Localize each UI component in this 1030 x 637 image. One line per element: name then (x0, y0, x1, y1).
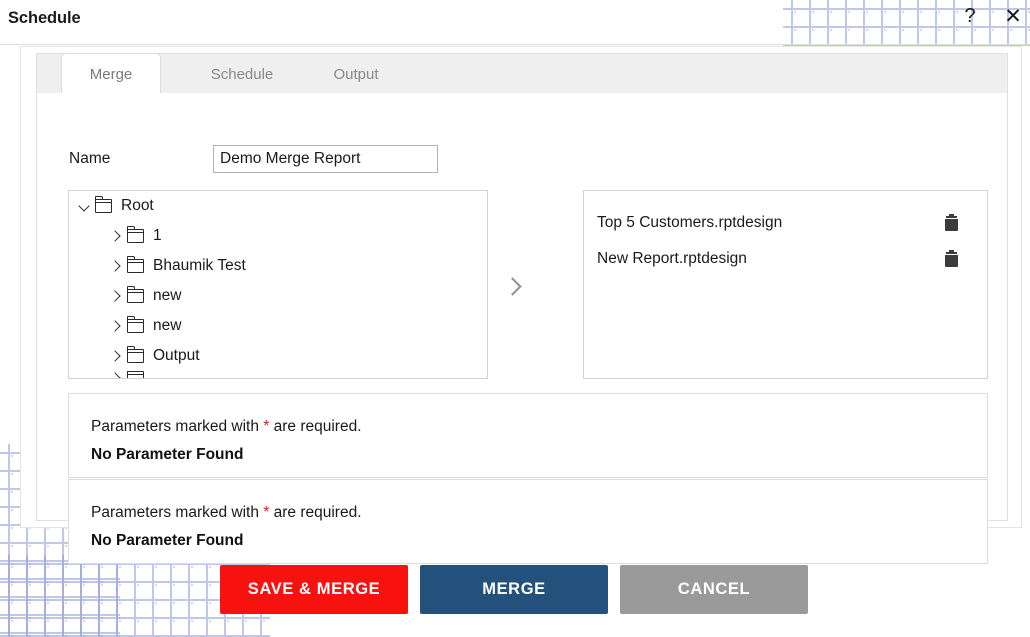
chevron-right-icon[interactable] (109, 228, 125, 244)
tree-item-label: new (153, 287, 182, 305)
tab-panel-merge: Name Root 1 Bhaumik Test new (36, 93, 1008, 564)
tree-item-label: new (153, 317, 182, 335)
note-suffix: are required. (269, 504, 362, 521)
tab-schedule[interactable]: Schedule (183, 54, 301, 94)
chevron-right-icon[interactable] (109, 371, 125, 378)
dialog-card: Merge Schedule Output Name Root 1 Bhaumi… (20, 46, 1022, 564)
save-and-merge-button[interactable]: SAVE & MERGE (220, 565, 408, 614)
selected-reports-panel: Top 5 Customers.rptdesign New Report.rpt… (583, 190, 988, 379)
chevron-right-icon[interactable] (109, 348, 125, 364)
parameters-panel-1: Parameters marked with * are required. N… (68, 393, 988, 478)
tree-item-root[interactable]: Root (69, 191, 487, 221)
parameters-result: No Parameter Found (91, 532, 244, 549)
tab-output[interactable]: Output (302, 54, 410, 94)
trash-icon[interactable] (945, 213, 958, 231)
tree-item-label: Bhaumik Test (153, 257, 246, 275)
close-icon[interactable]: ✕ (1001, 4, 1025, 28)
tree-item[interactable]: 1 (69, 221, 487, 251)
footer-actions: SAVE & MERGE MERGE CANCEL (0, 565, 1030, 617)
parameters-panel-2: Parameters marked with * are required. N… (68, 479, 988, 564)
name-label: Name (69, 150, 111, 167)
report-name: Top 5 Customers.rptdesign (597, 214, 783, 231)
cancel-button[interactable]: CANCEL (620, 565, 808, 614)
tree-item[interactable]: new (69, 281, 487, 311)
tab-merge[interactable]: Merge (61, 53, 161, 95)
parameters-required-note: Parameters marked with * are required. (91, 418, 362, 436)
note-prefix: Parameters marked with (91, 418, 264, 435)
parameters-result: No Parameter Found (91, 446, 244, 463)
report-row[interactable]: Top 5 Customers.rptdesign (584, 205, 987, 241)
tab-strip: Merge Schedule Output (36, 53, 1008, 95)
transfer-right-icon[interactable] (503, 275, 525, 297)
folder-icon (126, 226, 144, 243)
help-icon[interactable]: ? (958, 3, 982, 29)
chevron-right-icon[interactable] (109, 288, 125, 304)
trash-icon[interactable] (945, 249, 958, 267)
report-row[interactable]: New Report.rptdesign (584, 241, 987, 277)
merge-button[interactable]: MERGE (420, 565, 608, 614)
folder-icon (94, 196, 112, 213)
folder-icon (126, 286, 144, 303)
tree-item-label: Root (121, 197, 154, 215)
chevron-down-icon[interactable] (77, 198, 93, 214)
page-title: Schedule (8, 9, 81, 27)
folder-icon (126, 371, 144, 378)
tree-item[interactable]: Output (69, 341, 487, 371)
chevron-right-icon[interactable] (109, 318, 125, 334)
window-header: Schedule ? ✕ (0, 0, 1030, 45)
report-name: New Report.rptdesign (597, 250, 747, 267)
tree-item-label: Output (153, 347, 200, 365)
folder-icon (126, 316, 144, 333)
tree-item[interactable]: Bhaumik Test (69, 251, 487, 281)
folder-tree-panel[interactable]: Root 1 Bhaumik Test new new Output (68, 190, 488, 379)
chevron-right-icon[interactable] (109, 258, 125, 274)
tree-item-partial[interactable] (69, 371, 487, 378)
folder-icon (126, 256, 144, 273)
name-input[interactable] (213, 145, 438, 173)
parameters-required-note: Parameters marked with * are required. (91, 504, 362, 522)
folder-icon (126, 346, 144, 363)
note-prefix: Parameters marked with (91, 504, 264, 521)
tree-item[interactable]: new (69, 311, 487, 341)
note-suffix: are required. (269, 418, 362, 435)
header-divider (0, 44, 1030, 45)
tree-item-label: 1 (153, 227, 162, 245)
